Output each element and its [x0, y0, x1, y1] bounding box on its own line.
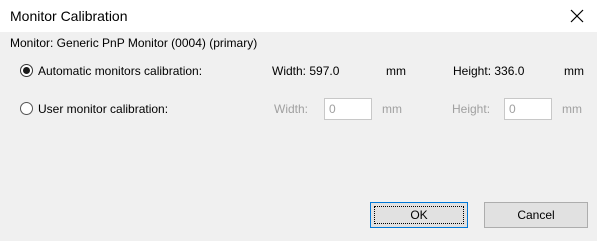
user-height-unit: mm	[562, 102, 582, 116]
user-height-label: Height:	[452, 102, 491, 116]
user-height-field[interactable]: 0	[504, 98, 552, 120]
close-icon	[570, 9, 584, 23]
monitor-calibration-dialog: Monitor Calibration Monitor: Generic PnP…	[0, 0, 597, 241]
focus-rect	[374, 206, 464, 224]
auto-height-text: Height: 336.0	[453, 64, 525, 78]
user-width-label: Width:	[274, 102, 309, 116]
user-width-unit: mm	[382, 102, 402, 116]
user-calibration-label[interactable]: User monitor calibration:	[38, 102, 168, 116]
cancel-button-label: Cancel	[517, 208, 555, 222]
ok-button[interactable]: OK	[370, 202, 468, 228]
cancel-button[interactable]: Cancel	[484, 202, 588, 228]
title-bar: Monitor Calibration	[0, 0, 597, 32]
user-calibration-row: User monitor calibration: Width: 0 mm He…	[0, 98, 597, 122]
window-title: Monitor Calibration	[10, 8, 128, 24]
close-button[interactable]	[557, 0, 597, 32]
auto-width-text: Width: 597.0	[272, 64, 340, 78]
user-width-field[interactable]: 0	[324, 98, 372, 120]
user-calibration-radio[interactable]	[20, 102, 33, 115]
automatic-calibration-row: Automatic monitors calibration: Width: 5…	[0, 60, 597, 84]
auto-height-unit: mm	[564, 64, 584, 78]
monitor-label: Monitor: Generic PnP Monitor (0004) (pri…	[10, 36, 258, 50]
auto-width-unit: mm	[386, 64, 406, 78]
automatic-calibration-label[interactable]: Automatic monitors calibration:	[38, 64, 202, 78]
automatic-calibration-radio[interactable]	[20, 64, 33, 77]
